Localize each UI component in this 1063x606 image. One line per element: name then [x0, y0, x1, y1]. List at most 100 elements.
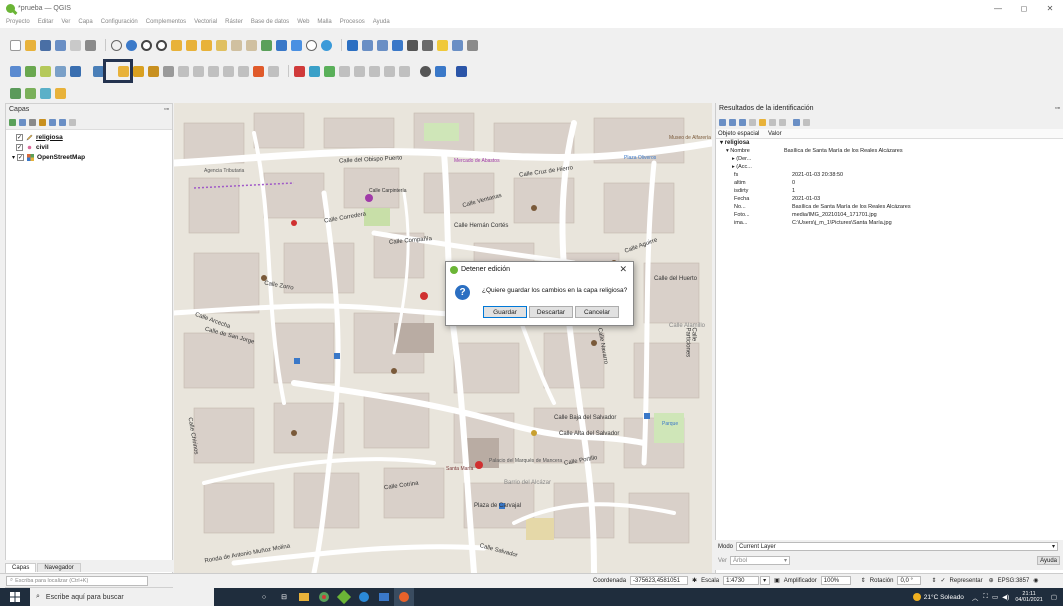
pan-to-selection-icon[interactable]: [126, 39, 137, 51]
edge-icon[interactable]: [354, 588, 374, 606]
close-window-button[interactable]: ✕: [1037, 0, 1063, 16]
cut-features-icon[interactable]: [208, 65, 219, 77]
attribute-row[interactable]: No... Basílica de Santa María de los Real…: [726, 203, 1063, 211]
collapse-tree-icon[interactable]: [729, 118, 736, 126]
undo-icon[interactable]: [253, 65, 264, 77]
select-features-icon[interactable]: [10, 87, 21, 99]
deselect-icon[interactable]: [40, 87, 51, 99]
time-icon[interactable]: [306, 39, 317, 51]
show-hide-labels-icon[interactable]: [339, 65, 350, 77]
select-by-value-icon[interactable]: [25, 87, 36, 99]
start-button[interactable]: [0, 588, 30, 606]
layer-visibility-checkbox[interactable]: ✓: [16, 143, 23, 151]
save-button[interactable]: Guardar: [483, 306, 527, 318]
layer-item-civil[interactable]: ✓ civil: [6, 142, 172, 152]
move-label-icon[interactable]: [354, 65, 365, 77]
vertex-tool-icon[interactable]: [178, 65, 189, 77]
add-feature-icon[interactable]: [163, 65, 174, 77]
identify-mode-icon[interactable]: [779, 118, 786, 126]
attribute-row[interactable]: ▾ Nombre Basílica de Santa María de los R…: [726, 147, 1063, 155]
identify-settings-icon[interactable]: [803, 118, 810, 126]
zoom-in-icon[interactable]: [141, 39, 152, 51]
attribute-row[interactable]: isdirty 1: [726, 187, 1063, 195]
menu-web[interactable]: Web: [297, 19, 309, 25]
battery-icon[interactable]: ▭: [992, 593, 998, 601]
copy-features-icon[interactable]: [223, 65, 234, 77]
layer-labeling-icon[interactable]: [309, 65, 320, 77]
settings-gear-icon[interactable]: [392, 39, 403, 51]
change-label-icon[interactable]: [384, 65, 395, 77]
panel-float-close-icon[interactable]: ▫▫: [1055, 105, 1060, 113]
plugin-tool-icon[interactable]: [435, 65, 446, 77]
open-layer-styling-icon[interactable]: [9, 119, 16, 126]
manage-map-themes-icon[interactable]: [29, 119, 36, 126]
weather-text[interactable]: 21°C Soleado: [924, 594, 964, 601]
menu-vectorial[interactable]: Vectorial: [194, 19, 217, 25]
scale-field[interactable]: 1:4730: [723, 576, 760, 585]
layer-visibility-checkbox[interactable]: ✓: [16, 133, 23, 141]
map-canvas[interactable]: Calle del Obispo Puerto Calle Cruz de Hi…: [174, 103, 712, 573]
weather-sun-icon[interactable]: [912, 593, 921, 601]
menu-complementos[interactable]: Complementos: [146, 19, 186, 25]
print-layout-icon[interactable]: [70, 39, 81, 51]
menu-ver[interactable]: Ver: [61, 19, 70, 25]
rotation-stepper-icon[interactable]: ⇕: [861, 577, 866, 584]
panel-float-close-icon[interactable]: ▫▫: [164, 106, 169, 114]
attribute-row[interactable]: Foto... media/IMG_20210104_171701.jpg: [726, 211, 1063, 219]
attribute-row[interactable]: fs 2021-01-03 20:38:50: [726, 171, 1063, 179]
minimize-button[interactable]: —: [985, 0, 1011, 16]
statistics-sum-icon[interactable]: [407, 39, 418, 51]
render-checkbox[interactable]: ✓: [941, 577, 946, 584]
redo-icon[interactable]: [268, 65, 279, 77]
menu-proyecto[interactable]: Proyecto: [6, 19, 30, 25]
delete-selected-icon[interactable]: [193, 65, 204, 77]
search-icon[interactable]: [452, 39, 463, 51]
plugin-manager-icon[interactable]: [456, 65, 467, 77]
menu-raster[interactable]: Ráster: [225, 19, 243, 25]
refresh-icon[interactable]: [321, 39, 332, 51]
messages-icon[interactable]: ◉: [1033, 577, 1038, 584]
layer-visibility-checkbox[interactable]: ✓: [17, 153, 25, 161]
save-as-icon[interactable]: [55, 39, 66, 51]
menu-ayuda[interactable]: Ayuda: [373, 19, 390, 25]
add-group-icon[interactable]: [19, 119, 26, 126]
digitize-icon[interactable]: [148, 65, 159, 77]
menu-capa[interactable]: Capa: [78, 19, 92, 25]
mail-icon[interactable]: [374, 588, 394, 606]
text-annotation-icon[interactable]: [467, 39, 478, 51]
open-attribute-table-icon[interactable]: [362, 39, 373, 51]
python-console-icon[interactable]: [420, 65, 431, 77]
identify-features-icon[interactable]: [347, 39, 358, 51]
expand-arrow-icon[interactable]: ▾: [12, 154, 15, 161]
rotation-stepper-icon[interactable]: ⇕: [931, 577, 936, 584]
cancel-button[interactable]: Cancelar: [575, 306, 619, 318]
zoom-to-layer-icon[interactable]: [201, 39, 212, 51]
menu-editar[interactable]: Editar: [38, 19, 54, 25]
close-icon[interactable]: ✕: [619, 264, 627, 275]
map-tips-icon[interactable]: [437, 39, 448, 51]
magnifier-field[interactable]: 100%: [820, 576, 851, 585]
new-project-icon[interactable]: [10, 39, 21, 51]
temporal-controller-icon[interactable]: [276, 39, 287, 51]
new-temporary-layer-icon[interactable]: [70, 65, 81, 77]
expand-all-icon[interactable]: [49, 119, 56, 126]
zoom-native-icon[interactable]: [216, 39, 227, 51]
layer-item-religiosa[interactable]: ✓ religiosa: [6, 132, 172, 142]
network-icon[interactable]: ⛶: [983, 593, 988, 601]
data-source-manager-icon[interactable]: [10, 65, 21, 77]
tab-layers[interactable]: Capas: [5, 563, 37, 572]
menu-procesos[interactable]: Procesos: [340, 19, 365, 25]
attribute-row[interactable]: ▸ (Der...: [726, 155, 1063, 163]
zoom-full-icon[interactable]: [171, 39, 182, 51]
locator-search-input[interactable]: ⌕ Escriba para localizar (Ctrl+K): [6, 575, 148, 586]
cortana-icon[interactable]: ○: [254, 588, 274, 606]
tray-chevron-up-icon[interactable]: ︿: [972, 592, 979, 602]
measure-icon[interactable]: [422, 39, 433, 51]
file-explorer-icon[interactable]: [294, 588, 314, 606]
mode-select[interactable]: Current Layer ▾: [736, 542, 1059, 551]
new-shapefile-layer-icon[interactable]: [40, 65, 51, 77]
new-map-view-icon[interactable]: [261, 39, 272, 51]
globe-icon[interactable]: ⊕: [989, 577, 994, 584]
menu-base-de-datos[interactable]: Base de datos: [251, 19, 289, 25]
maximize-button[interactable]: ◻: [1011, 0, 1037, 16]
